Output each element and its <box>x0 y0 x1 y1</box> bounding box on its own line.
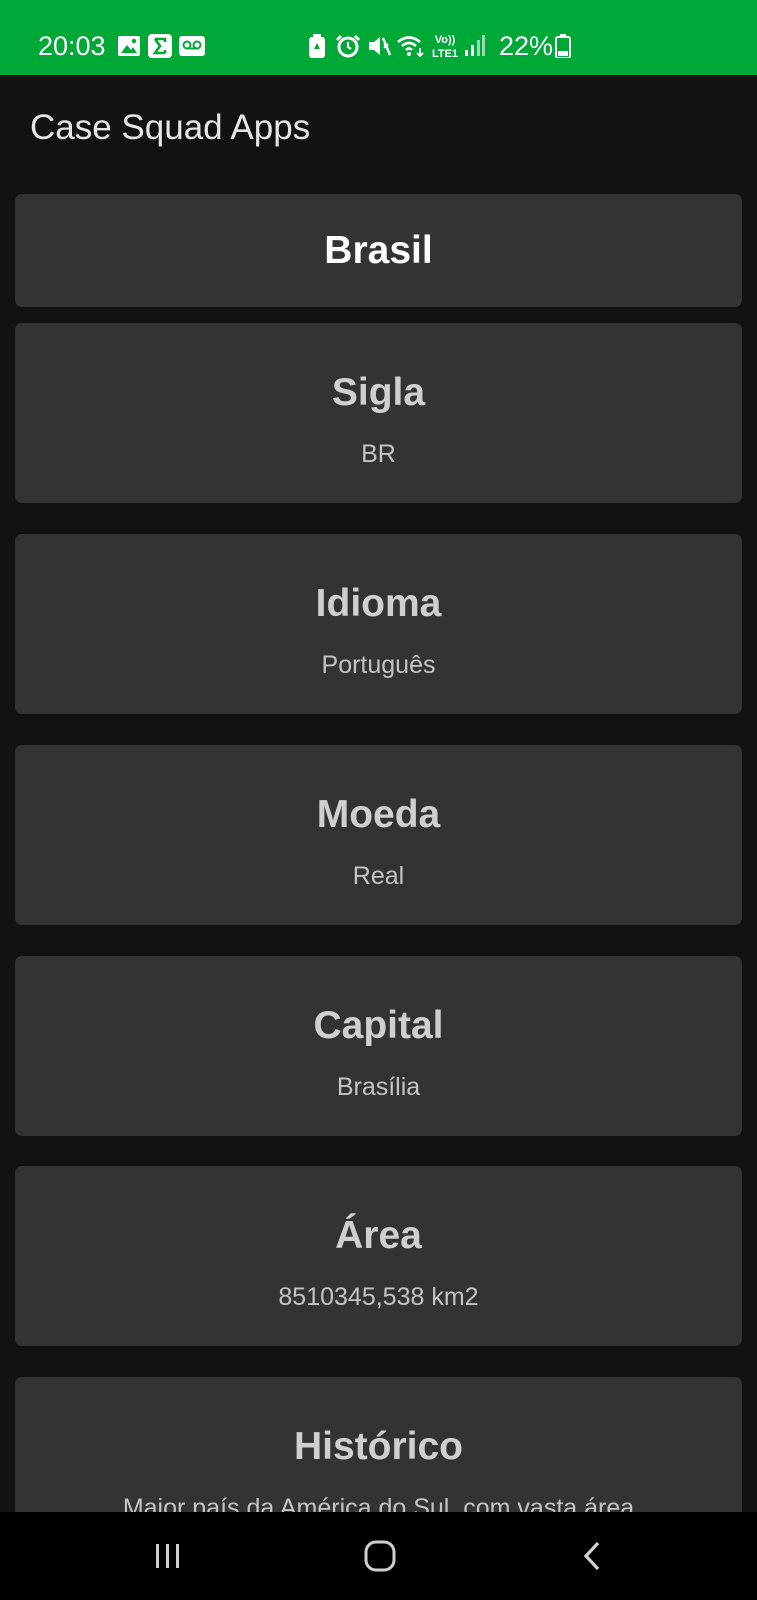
card-label: Histórico <box>293 1425 464 1468</box>
card-label: Moeda <box>316 793 441 836</box>
country-card: Brasil <box>15 194 742 307</box>
home-button[interactable] <box>350 1532 410 1580</box>
country-name: Brasil <box>324 229 433 272</box>
info-card-idioma: Idioma Português <box>15 534 742 714</box>
card-value: Real <box>352 862 405 890</box>
battery-percent: 22% <box>499 31 554 61</box>
volte-label-bottom: LTE1 <box>432 48 458 60</box>
card-label: Capital <box>313 1004 444 1047</box>
volte-icon: Vo)) LTE1 <box>432 34 458 60</box>
mute-icon <box>369 37 392 56</box>
card-label: Sigla <box>331 371 426 414</box>
card-value: Brasília <box>336 1073 421 1101</box>
info-card-sigla: Sigla BR <box>15 323 742 503</box>
status-bar: 20:03 Vo)) LTE1 22% <box>0 0 757 75</box>
battery-icon <box>555 34 571 58</box>
info-card-moeda: Moeda Real <box>15 745 742 925</box>
recent-apps-icon <box>156 1544 179 1568</box>
card-label: Área <box>335 1214 422 1257</box>
status-time: 20:03 <box>38 31 106 61</box>
voicemail-icon <box>179 36 205 56</box>
card-value: 8510345,538 km2 <box>278 1283 479 1311</box>
home-icon <box>364 1540 396 1572</box>
info-card-capital: Capital Brasília <box>15 956 742 1136</box>
card-value: Português <box>321 651 436 679</box>
signal-icon <box>465 35 485 56</box>
wifi-icon <box>397 36 424 58</box>
card-value: BR <box>361 440 396 468</box>
app-title: Case Squad Apps <box>30 108 311 147</box>
back-icon <box>583 1541 600 1571</box>
alarm-icon <box>335 34 361 58</box>
card-label: Idioma <box>315 582 442 625</box>
navigation-bar <box>0 1512 757 1600</box>
info-card-area: Área 8510345,538 km2 <box>15 1166 742 1346</box>
recent-apps-button[interactable] <box>138 1532 198 1580</box>
volte-label-top: Vo)) <box>435 34 456 46</box>
sigma-icon <box>148 34 172 58</box>
battery-saver-icon <box>309 34 325 58</box>
back-button[interactable] <box>562 1532 622 1580</box>
image-icon <box>118 36 140 56</box>
